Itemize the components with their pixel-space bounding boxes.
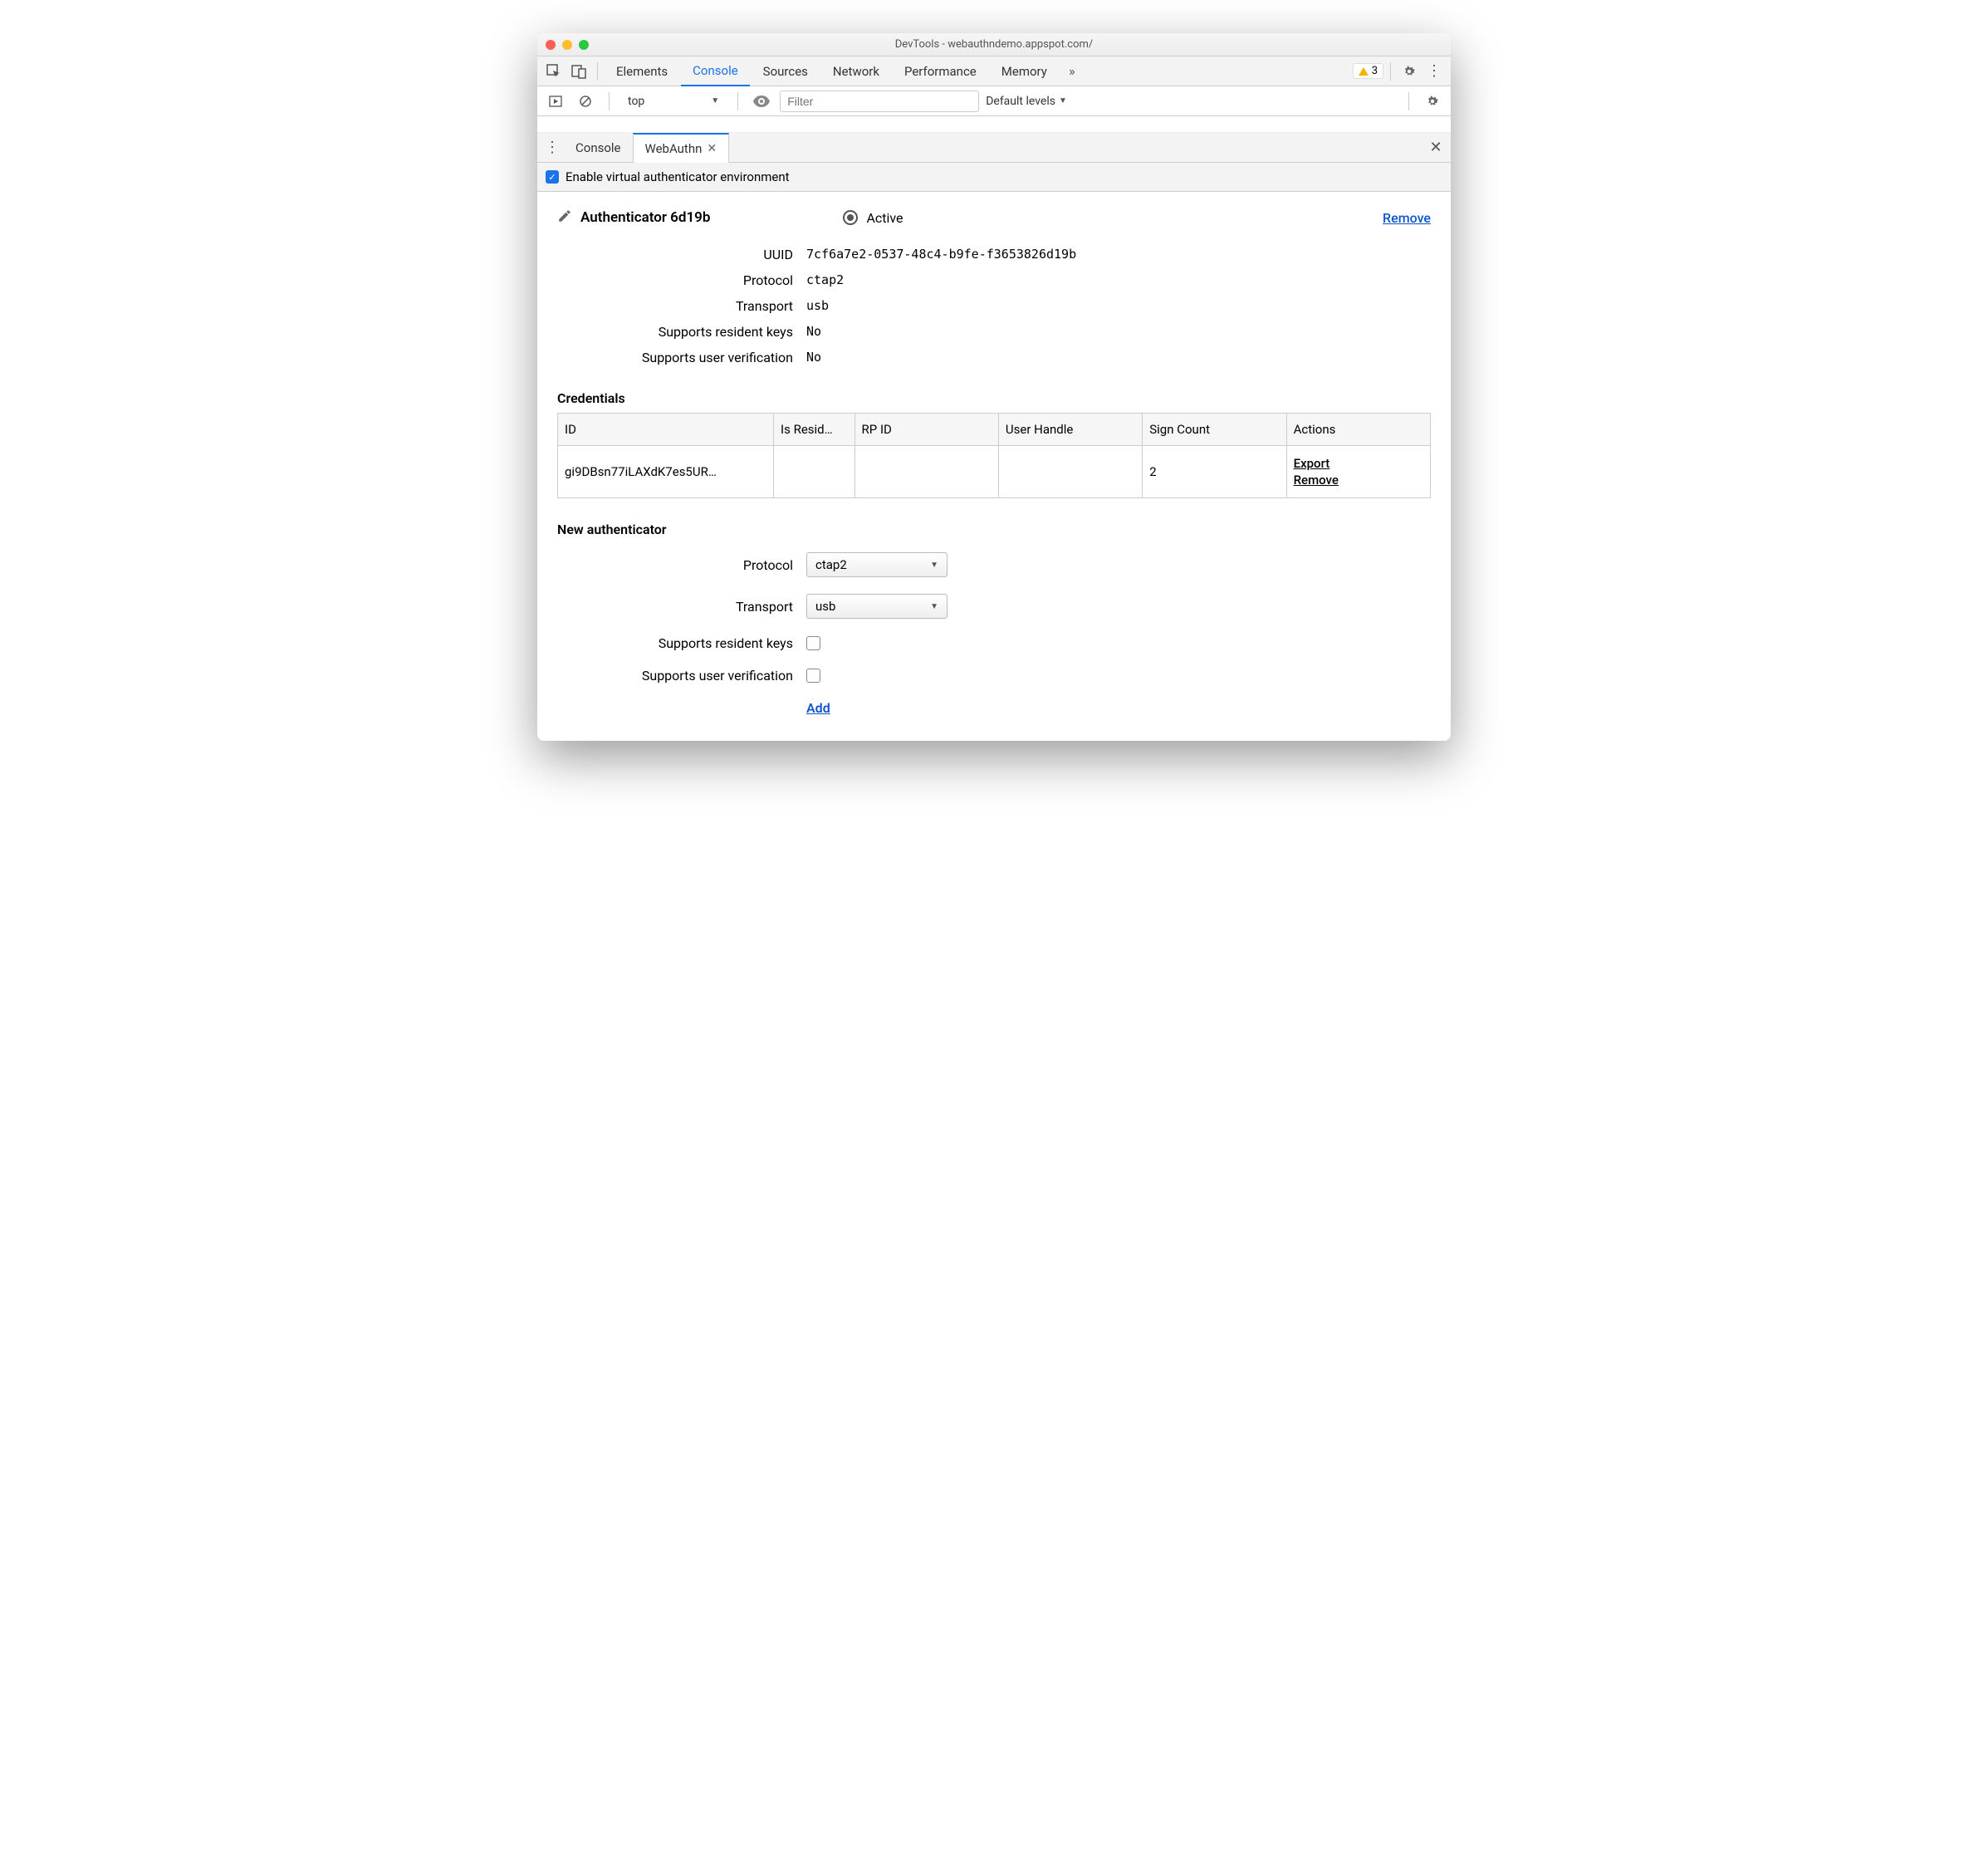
th-signcount: Sign Count	[1143, 414, 1286, 446]
cell-rpid	[854, 446, 998, 498]
active-label: Active	[866, 210, 903, 226]
live-expression-icon[interactable]	[750, 90, 773, 113]
console-empty	[537, 116, 1451, 133]
transport-label: Transport	[557, 298, 806, 314]
uuid-value: 7cf6a7e2-0537-48c4-b9fe-f3653826d19b	[806, 247, 1076, 262]
cell-id: gi9DBsn77iLAXdK7es5UR…	[558, 446, 774, 498]
userver-value: No	[806, 350, 821, 365]
uuid-label: UUID	[557, 247, 806, 262]
resident-value: No	[806, 324, 821, 340]
authenticator-title: Authenticator 6d19b	[580, 209, 710, 226]
th-actions: Actions	[1286, 414, 1430, 446]
th-id: ID	[558, 414, 774, 446]
active-radio[interactable]	[843, 210, 858, 225]
cell-signcount: 2	[1143, 446, 1286, 498]
new-transport-label: Transport	[557, 599, 806, 615]
edit-icon[interactable]	[557, 208, 572, 227]
authenticator-header: Authenticator 6d19b Active Remove	[557, 208, 1431, 227]
separator	[609, 92, 610, 110]
protocol-label: Protocol	[557, 272, 806, 288]
credentials-heading: Credentials	[557, 390, 1431, 406]
console-toolbar: top ▼ Default levels ▼	[537, 86, 1451, 116]
add-authenticator-link[interactable]: Add	[806, 700, 830, 716]
new-protocol-select[interactable]: ctap2 ▼	[806, 552, 947, 577]
resident-label: Supports resident keys	[557, 324, 806, 340]
device-toggle-icon[interactable]	[567, 60, 590, 83]
drawer-tab-label: WebAuthn	[645, 141, 703, 156]
credentials-table: ID Is Resid… RP ID User Handle Sign Coun…	[557, 413, 1431, 498]
settings-icon[interactable]	[1398, 60, 1421, 83]
drawer-tab-webauthn[interactable]: WebAuthn ✕	[633, 133, 730, 163]
separator	[597, 62, 598, 81]
tab-console[interactable]: Console	[681, 56, 750, 86]
titlebar: DevTools - webauthndemo.appspot.com/	[537, 33, 1451, 56]
enable-checkbox[interactable]: ✓	[546, 170, 559, 184]
new-userver-label: Supports user verification	[557, 668, 806, 684]
authenticator-details: UUID 7cf6a7e2-0537-48c4-b9fe-f3653826d19…	[557, 242, 1431, 370]
cell-actions: Export Remove	[1286, 446, 1430, 498]
close-drawer-icon[interactable]: ✕	[1424, 136, 1447, 159]
th-resident: Is Resid…	[774, 414, 855, 446]
separator	[1408, 92, 1409, 110]
tab-network[interactable]: Network	[821, 56, 891, 86]
export-credential-link[interactable]: Export	[1294, 456, 1423, 471]
drawer-tabbar: ⋮ Console WebAuthn ✕ ✕	[537, 133, 1451, 163]
transport-value: usb	[806, 298, 829, 314]
warning-icon	[1359, 67, 1369, 76]
new-protocol-value: ctap2	[815, 557, 847, 572]
new-transport-value: usb	[815, 599, 835, 614]
new-userver-checkbox[interactable]	[806, 669, 820, 683]
drawer-tab-console[interactable]: Console	[564, 133, 633, 163]
chevron-down-icon: ▼	[1059, 96, 1067, 105]
toggle-sidebar-icon[interactable]	[544, 90, 567, 113]
remove-authenticator-link[interactable]: Remove	[1383, 210, 1431, 226]
enable-row: ✓ Enable virtual authenticator environme…	[537, 163, 1451, 192]
chevron-down-icon: ▼	[930, 561, 938, 570]
more-tabs-icon[interactable]: »	[1060, 60, 1084, 83]
new-transport-select[interactable]: usb ▼	[806, 594, 947, 619]
context-select[interactable]: top ▼	[621, 95, 726, 108]
remove-credential-link[interactable]: Remove	[1294, 473, 1423, 488]
warnings-badge[interactable]: 3	[1353, 63, 1383, 79]
chevron-down-icon: ▼	[711, 96, 719, 105]
inspect-icon[interactable]	[542, 60, 566, 83]
drawer-menu-icon[interactable]: ⋮	[541, 136, 564, 159]
tab-memory[interactable]: Memory	[990, 56, 1059, 86]
clear-console-icon[interactable]	[574, 90, 597, 113]
cell-resident	[774, 446, 855, 498]
log-levels-select[interactable]: Default levels ▼	[986, 95, 1067, 108]
context-value: top	[628, 95, 644, 108]
tab-performance[interactable]: Performance	[893, 56, 988, 86]
th-rpid: RP ID	[854, 414, 998, 446]
th-userhandle: User Handle	[998, 414, 1142, 446]
tab-sources[interactable]: Sources	[752, 56, 820, 86]
table-header-row: ID Is Resid… RP ID User Handle Sign Coun…	[558, 414, 1431, 446]
devtools-window: DevTools - webauthndemo.appspot.com/ Ele…	[537, 33, 1451, 741]
levels-label: Default levels	[986, 95, 1055, 108]
window-title: DevTools - webauthndemo.appspot.com/	[537, 38, 1451, 51]
filter-input[interactable]	[780, 91, 979, 112]
new-resident-label: Supports resident keys	[557, 635, 806, 651]
table-row: gi9DBsn77iLAXdK7es5UR… 2 Export Remove	[558, 446, 1431, 498]
enable-label: Enable virtual authenticator environment	[566, 169, 790, 184]
new-resident-checkbox[interactable]	[806, 636, 820, 650]
new-authenticator-heading: New authenticator	[557, 522, 1431, 537]
tab-elements[interactable]: Elements	[605, 56, 679, 86]
cell-userhandle	[998, 446, 1142, 498]
console-settings-icon[interactable]	[1421, 90, 1444, 113]
protocol-value: ctap2	[806, 272, 844, 288]
main-tabbar: Elements Console Sources Network Perform…	[537, 56, 1451, 86]
chevron-down-icon: ▼	[930, 602, 938, 611]
separator	[1390, 62, 1391, 81]
userver-label: Supports user verification	[557, 350, 806, 365]
warnings-count: 3	[1372, 65, 1378, 77]
close-tab-icon[interactable]: ✕	[707, 142, 717, 155]
separator	[737, 92, 738, 110]
webauthn-panel: Authenticator 6d19b Active Remove UUID 7…	[537, 192, 1451, 741]
new-protocol-label: Protocol	[557, 557, 806, 573]
kebab-menu-icon[interactable]: ⋮	[1422, 60, 1446, 83]
